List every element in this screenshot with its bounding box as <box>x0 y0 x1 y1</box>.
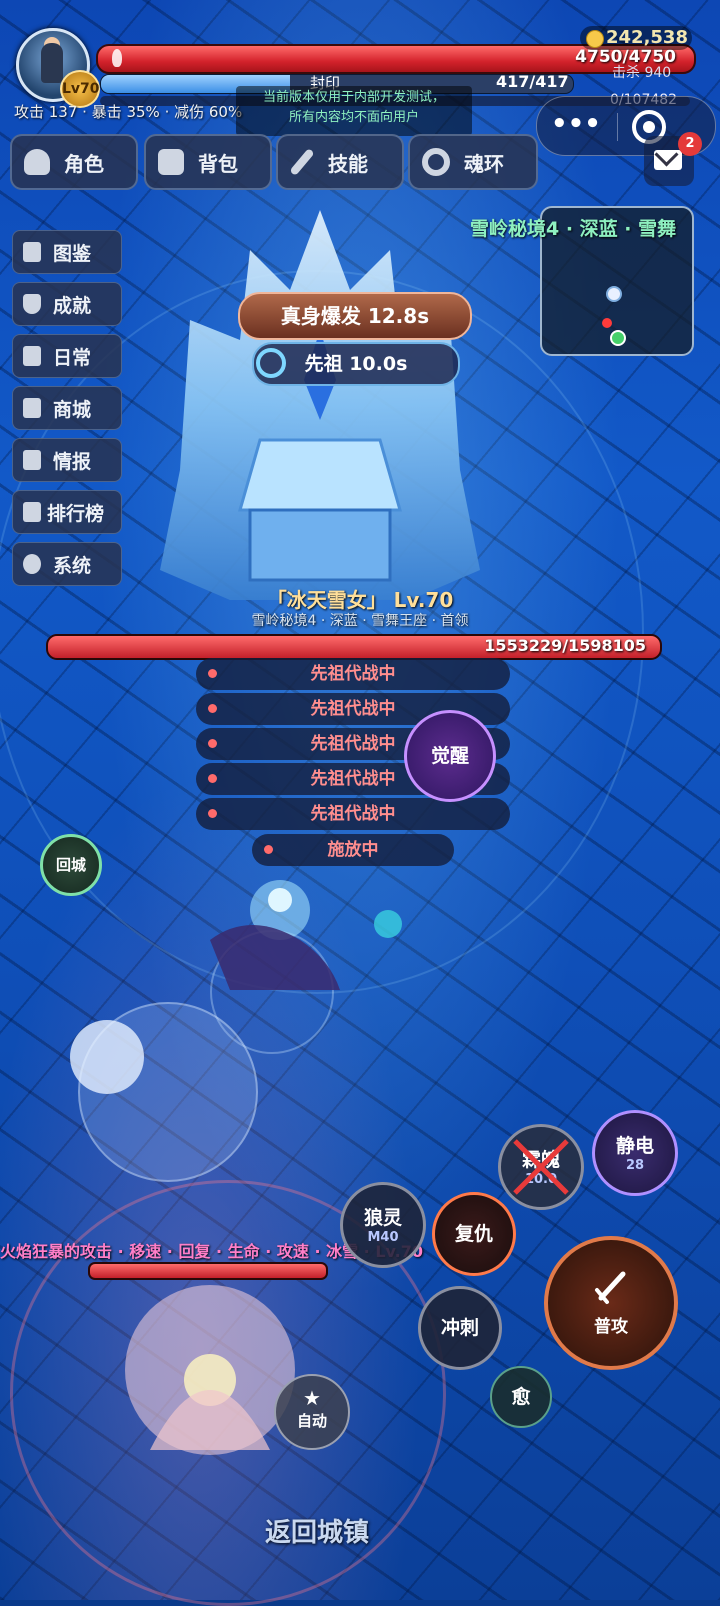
player-character <box>210 880 340 990</box>
tab-character[interactable]: 角色 <box>10 134 138 190</box>
menu-shop[interactable]: 商城 <box>12 386 122 430</box>
tab-label: 角色 <box>64 151 104 176</box>
menu-label: 日常 <box>53 346 92 369</box>
skill-label: 冲刺 <box>440 1317 479 1339</box>
shop-icon <box>23 398 41 418</box>
notice-line: 所有内容均不面向用户 <box>288 110 419 125</box>
menu-label: 排行榜 <box>47 502 105 525</box>
skill-revenge-button[interactable]: 复仇 <box>432 1192 516 1276</box>
skill-label: 复仇 <box>454 1223 493 1245</box>
notice-line: 当前版本仅用于内部开发测试， <box>262 90 445 105</box>
menu-daily[interactable]: 日常 <box>12 334 122 378</box>
bag-icon <box>158 149 184 175</box>
skill-cost: M40 <box>367 1230 399 1245</box>
status-row: 先祖代战中 <box>196 798 510 830</box>
tab-skills[interactable]: 技能 <box>276 134 404 190</box>
ranking-icon <box>23 502 41 522</box>
attack-button[interactable]: 普攻 <box>544 1236 678 1370</box>
ancestor-ring-icon <box>256 348 286 378</box>
boss-subtitle: 雪岭秘境4 · 深蓝 · 雪舞王座 · 首领 <box>251 613 469 629</box>
ice-throne <box>160 210 480 600</box>
status-text: 先祖代战中 <box>310 664 396 684</box>
flame-icon <box>112 49 122 67</box>
minimap-marker <box>606 286 622 302</box>
tab-soul-ring[interactable]: 魂环 <box>408 134 538 190</box>
person-icon <box>24 149 50 175</box>
boss-name: 「冰天雪女」 Lv.70 <box>266 588 454 612</box>
kill-count: 击杀 940 <box>612 65 672 81</box>
more-icon[interactable]: ••• <box>551 109 601 143</box>
skill-dash-button[interactable]: 冲刺 <box>418 1286 502 1370</box>
boss-hp-text: 1553229/1598105 <box>484 636 646 655</box>
trophy-icon <box>23 294 41 314</box>
auto-button[interactable]: ★ 自动 <box>274 1374 350 1450</box>
mail-badge: 2 <box>678 132 702 156</box>
boss-hp-bar: 1553229/1598105 <box>46 634 662 660</box>
seal-value: 417/417 <box>496 72 569 91</box>
calendar-icon <box>23 346 41 366</box>
skill-label: 普攻 <box>594 1317 628 1337</box>
menu-ranking[interactable]: 排行榜 <box>12 490 122 534</box>
awaken-button[interactable]: 觉醒 <box>404 710 496 802</box>
status-dot <box>208 704 217 713</box>
skill-heal-button[interactable]: 愈 <box>490 1366 552 1428</box>
back-to-town-label[interactable]: 返回城镇 <box>0 1512 634 1549</box>
divider <box>617 113 618 141</box>
skill-label: 愈 <box>511 1386 531 1408</box>
status-text: 先祖代战中 <box>310 699 396 719</box>
skill-wolf-button[interactable]: 狼灵 M40 <box>340 1182 426 1268</box>
menu-system[interactable]: 系统 <box>12 542 122 586</box>
tab-label: 背包 <box>198 151 238 176</box>
dev-notice: 当前版本仅用于内部开发测试， 所有内容均不面向用户 <box>236 86 472 136</box>
coin-icon <box>586 30 604 48</box>
menu-intel[interactable]: 情报 <box>12 438 122 482</box>
status-row: 先祖代战中 <box>196 658 510 690</box>
menu-label: 成就 <box>53 294 92 317</box>
skill-label: 狼灵 <box>363 1207 402 1229</box>
wand-icon <box>289 147 315 177</box>
menu-label: 商城 <box>53 398 92 421</box>
return-city-button[interactable]: 回城 <box>40 834 102 896</box>
skill-static-button[interactable]: 静电 28 <box>592 1110 678 1196</box>
star-icon: ★ <box>303 1386 321 1410</box>
gold-amount: 242,538 <box>606 27 688 48</box>
menu-label: 图鉴 <box>53 242 92 265</box>
skill-label: 静电 <box>615 1135 654 1157</box>
status-text: 先祖代战中 <box>310 769 396 789</box>
skill-label: 自动 <box>296 1412 327 1430</box>
status-dot <box>264 845 273 854</box>
minimap-enemy-marker <box>602 318 612 328</box>
zone-name: 雪岭秘境4 · 深蓝 · 雪舞 <box>470 218 677 240</box>
status-text: 施放中 <box>327 840 379 860</box>
ring-icon <box>422 148 450 176</box>
casting-status: 施放中 <box>252 834 454 866</box>
menu-achievements[interactable]: 成就 <box>12 282 122 326</box>
book-icon <box>23 242 41 262</box>
tab-label: 魂环 <box>464 151 504 176</box>
status-dot <box>208 809 217 818</box>
gold-counter: 242,538 <box>580 26 692 50</box>
status-dot <box>208 739 217 748</box>
tab-bag[interactable]: 背包 <box>144 134 272 190</box>
status-text: 先祖代战中 <box>310 804 396 824</box>
sword-icon <box>595 1271 626 1304</box>
disabled-cross-icon <box>513 1139 569 1195</box>
burst-timer: 真身爆发 12.8s <box>238 292 472 340</box>
player-stats: 攻击 137 · 暴击 35% · 减伤 60% <box>14 103 243 121</box>
menu-label: 情报 <box>53 450 92 473</box>
status-dot <box>208 669 217 678</box>
skill-cooldown: 28 <box>625 1158 645 1173</box>
tab-label: 技能 <box>328 151 368 176</box>
notes-icon <box>23 450 41 470</box>
gear-icon <box>23 554 41 574</box>
menu-label: 系统 <box>53 554 92 577</box>
mail-icon <box>654 150 682 170</box>
minimap-player-marker <box>610 330 626 346</box>
menu-codex[interactable]: 图鉴 <box>12 230 122 274</box>
joystick-knob[interactable] <box>70 1020 144 1094</box>
status-text: 先祖代战中 <box>310 734 396 754</box>
status-dot <box>208 774 217 783</box>
spirit-orb <box>374 910 402 938</box>
